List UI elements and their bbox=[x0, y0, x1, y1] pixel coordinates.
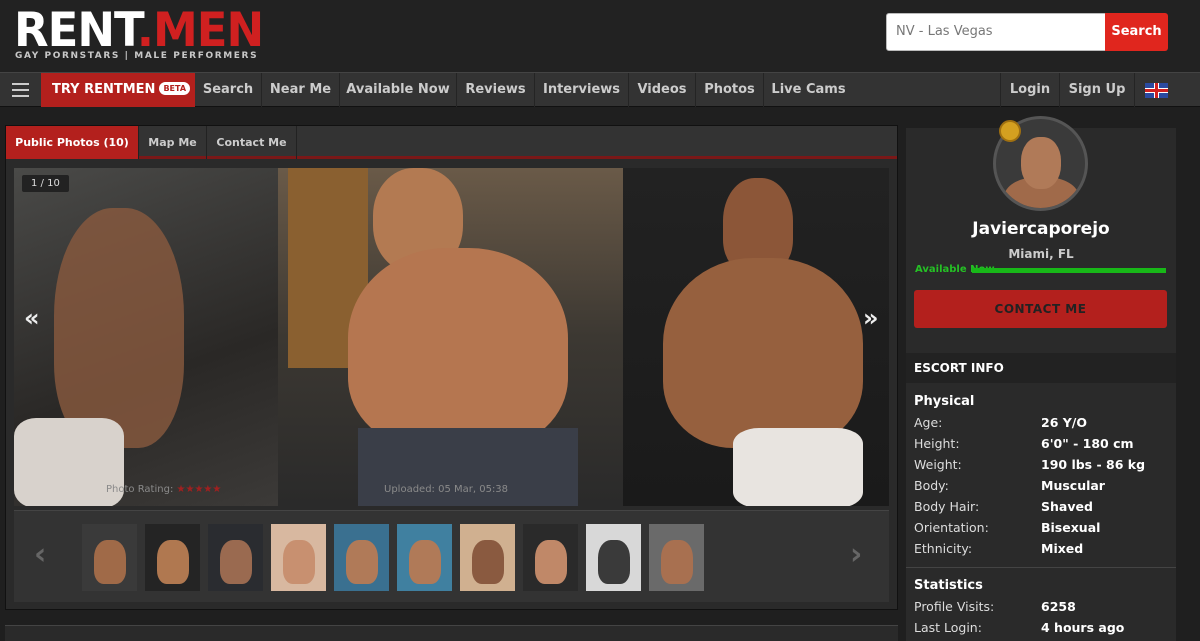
nav-available-now[interactable]: Available Now bbox=[340, 73, 457, 107]
profile-location: Miami, FL bbox=[1008, 247, 1074, 261]
nav-login[interactable]: Login bbox=[1000, 73, 1060, 107]
stat-value: 6258 bbox=[1041, 599, 1076, 614]
section-divider bbox=[906, 567, 1176, 568]
info-label: Orientation: bbox=[914, 520, 989, 535]
hamburger-menu-icon[interactable] bbox=[0, 73, 40, 107]
site-logo[interactable]: RENT.MEN bbox=[14, 6, 264, 53]
physical-section-title: Physical bbox=[914, 394, 975, 409]
photo-counter: 1 / 10 bbox=[22, 175, 69, 192]
main-nav: TRY RENTMEN BETA Search Near Me Available… bbox=[0, 72, 1200, 107]
info-value: 6'0" - 180 cm bbox=[1041, 436, 1134, 451]
info-value: Muscular bbox=[1041, 478, 1105, 493]
gallery-photo-prev bbox=[14, 168, 278, 506]
tab-public-photos[interactable]: Public Photos (10) bbox=[6, 126, 139, 159]
photo-viewer[interactable]: 1 / 10 « » Photo Rating: ★★★★★ Uploaded:… bbox=[14, 168, 889, 506]
uk-flag-icon[interactable] bbox=[1145, 83, 1168, 98]
profile-sidebar: Javiercaporejo Miami, FL Available Now C… bbox=[906, 116, 1176, 641]
tab-contact-me[interactable]: Contact Me bbox=[207, 126, 297, 159]
info-label: Ethnicity: bbox=[914, 541, 973, 556]
gallery-thumbnail[interactable] bbox=[649, 524, 704, 591]
gallery-tabs: Public Photos (10) Map Me Contact Me bbox=[6, 126, 897, 159]
tab-map-me[interactable]: Map Me bbox=[139, 126, 207, 159]
photo-prev-arrow-icon[interactable]: « bbox=[24, 304, 40, 332]
gallery-photo-main bbox=[278, 168, 623, 506]
profile-name: Javiercaporejo bbox=[972, 219, 1110, 239]
stat-label: Profile Visits: bbox=[914, 599, 995, 614]
info-label: Height: bbox=[914, 436, 960, 451]
photo-gallery-panel: Public Photos (10) Map Me Contact Me 1 /… bbox=[5, 125, 898, 610]
nav-videos[interactable]: Videos bbox=[629, 73, 696, 107]
nav-search[interactable]: Search bbox=[195, 73, 262, 107]
photo-rating-stars[interactable]: ★★★★★ bbox=[177, 484, 222, 495]
info-label: Body: bbox=[914, 478, 949, 493]
physical-info-row: Age: 26 Y/O bbox=[914, 415, 1176, 436]
site-header: RENT.MEN GAY PORNSTARS | MALE PERFORMERS… bbox=[0, 0, 1200, 72]
gallery-photo-next bbox=[623, 168, 889, 506]
nav-reviews[interactable]: Reviews bbox=[457, 73, 535, 107]
gallery-thumbnail[interactable] bbox=[208, 524, 263, 591]
beta-badge: BETA bbox=[159, 82, 191, 95]
info-value: Shaved bbox=[1041, 499, 1093, 514]
gallery-thumbnail[interactable] bbox=[586, 524, 641, 591]
info-value: 190 lbs - 86 kg bbox=[1041, 457, 1146, 472]
info-label: Weight: bbox=[914, 457, 962, 472]
info-label: Body Hair: bbox=[914, 499, 980, 514]
gallery-thumbnail[interactable] bbox=[82, 524, 137, 591]
nav-interviews[interactable]: Interviews bbox=[535, 73, 629, 107]
escort-info-header: ESCORT INFO bbox=[906, 353, 1176, 383]
stat-value: 4 hours ago bbox=[1041, 620, 1125, 635]
thumbs-prev-arrow-icon[interactable]: ‹ bbox=[34, 537, 46, 572]
physical-info-row: Ethnicity: Mixed bbox=[914, 541, 1176, 562]
info-value: Mixed bbox=[1041, 541, 1084, 556]
gallery-thumbnail[interactable] bbox=[271, 524, 326, 591]
lower-panel bbox=[5, 625, 898, 641]
info-value: Bisexual bbox=[1041, 520, 1101, 535]
location-search-input[interactable]: NV - Las Vegas bbox=[886, 13, 1106, 51]
gallery-thumbnail[interactable] bbox=[460, 524, 515, 591]
nav-photos[interactable]: Photos bbox=[696, 73, 764, 107]
availability-bar bbox=[972, 268, 1166, 273]
photo-next-arrow-icon[interactable]: » bbox=[863, 304, 879, 332]
nav-near-me[interactable]: Near Me bbox=[262, 73, 340, 107]
gallery-thumbnail[interactable] bbox=[145, 524, 200, 591]
search-button[interactable]: Search bbox=[1105, 13, 1168, 51]
info-label: Age: bbox=[914, 415, 943, 430]
site-tagline: GAY PORNSTARS | MALE PERFORMERS bbox=[15, 51, 259, 61]
gallery-thumbnail[interactable] bbox=[397, 524, 452, 591]
physical-info-row: Body Hair: Shaved bbox=[914, 499, 1176, 520]
gallery-thumbnail[interactable] bbox=[523, 524, 578, 591]
stat-label: Last Login: bbox=[914, 620, 982, 635]
photo-rating-label: Photo Rating: ★★★★★ bbox=[106, 484, 222, 495]
statistics-section-title: Statistics bbox=[914, 578, 983, 593]
physical-info-row: Weight: 190 lbs - 86 kg bbox=[914, 457, 1176, 478]
thumbnail-strip: ‹ › bbox=[14, 510, 889, 602]
try-rentmen-button[interactable]: TRY RENTMEN BETA bbox=[41, 73, 195, 107]
statistics-row: Last Login: 4 hours ago bbox=[914, 620, 1176, 641]
photo-uploaded-label: Uploaded: 05 Mar, 05:38 bbox=[384, 484, 509, 495]
thumbs-next-arrow-icon[interactable]: › bbox=[850, 537, 862, 572]
contact-me-button[interactable]: CONTACT ME bbox=[914, 290, 1167, 328]
physical-info-row: Body: Muscular bbox=[914, 478, 1176, 499]
info-value: 26 Y/O bbox=[1041, 415, 1087, 430]
nav-live-cams[interactable]: Live Cams bbox=[764, 73, 853, 107]
gallery-thumbnail[interactable] bbox=[334, 524, 389, 591]
physical-info-row: Orientation: Bisexual bbox=[914, 520, 1176, 541]
physical-info-row: Height: 6'0" - 180 cm bbox=[914, 436, 1176, 457]
nav-sign-up[interactable]: Sign Up bbox=[1060, 73, 1135, 107]
statistics-row: Profile Visits: 6258 bbox=[914, 599, 1176, 620]
award-badge-icon bbox=[999, 120, 1021, 142]
